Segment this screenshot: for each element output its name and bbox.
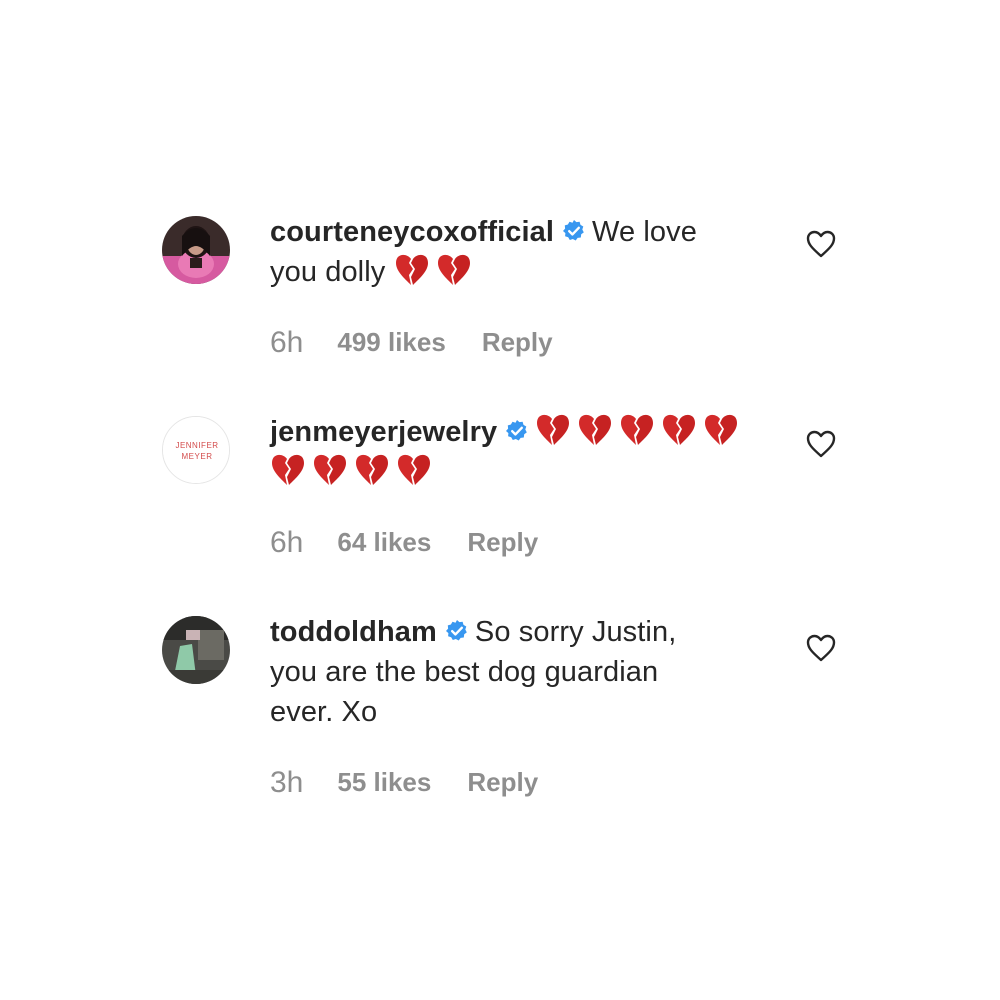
broken-heart-icon [621,414,654,445]
reply-button[interactable]: Reply [467,527,538,557]
broken-heart-icon [437,254,470,285]
avatar-logo-text: JENNIFER [175,441,218,450]
avatar-logo-text: MEYER [182,452,213,461]
broken-heart-icon [395,254,428,285]
heart-outline-icon[interactable] [806,634,836,662]
broken-hearts-group [270,454,438,488]
likes-count-button[interactable]: 55 likes [337,767,431,797]
username-link[interactable]: jenmeyerjewelry [270,416,497,448]
broken-heart-icon [579,414,612,445]
broken-heart-icon [705,414,738,445]
broken-heart-icon [663,414,696,445]
broken-heart-icon [356,454,388,485]
comment-meta: 6h 499 likes Reply [270,326,553,360]
broken-hearts-group [535,414,745,448]
comment-text-line1: We love [592,216,697,248]
comment-text: jenmeyerjewelry [270,412,775,492]
verified-badge-icon [506,420,528,441]
comment-meta: 6h 64 likes Reply [270,526,538,560]
comment-meta: 3h 55 likes Reply [270,766,538,800]
username-link[interactable]: toddoldham [270,616,437,648]
comment-time: 6h [270,526,304,559]
comment-text-line1: So sorry Justin, [474,616,677,648]
username-link[interactable]: courteneycoxofficial [270,216,554,248]
broken-heart-icon [314,454,346,485]
broken-hearts-group [394,254,478,288]
heart-outline-icon[interactable] [806,430,836,458]
broken-heart-icon [537,414,570,445]
broken-heart-icon [272,454,304,485]
verified-badge-icon [563,220,584,241]
comment-text-line2: you are the best dog guardian [270,656,659,688]
likes-count-button[interactable]: 64 likes [337,527,431,557]
comment-text: toddoldham So sorry Justin, you are the b… [270,612,775,732]
avatar-courteneycoxofficial[interactable] [162,216,230,284]
comment-time: 3h [270,766,304,799]
likes-count-button[interactable]: 499 likes [337,327,445,357]
avatar-toddoldham[interactable] [162,616,230,684]
broken-heart-icon [398,454,430,485]
comment-time: 6h [270,326,304,359]
reply-button[interactable]: Reply [482,327,553,357]
comment-text-line3: ever. Xo [270,696,378,728]
reply-button[interactable]: Reply [467,767,538,797]
avatar-jenmeyerjewelry[interactable]: JENNIFER MEYER [162,416,230,484]
verified-badge-icon [445,620,467,641]
comment-text: courteneycoxofficial We love you dolly [270,212,775,292]
heart-outline-icon[interactable] [806,230,836,258]
comment-text-line2: you dolly [270,256,386,288]
